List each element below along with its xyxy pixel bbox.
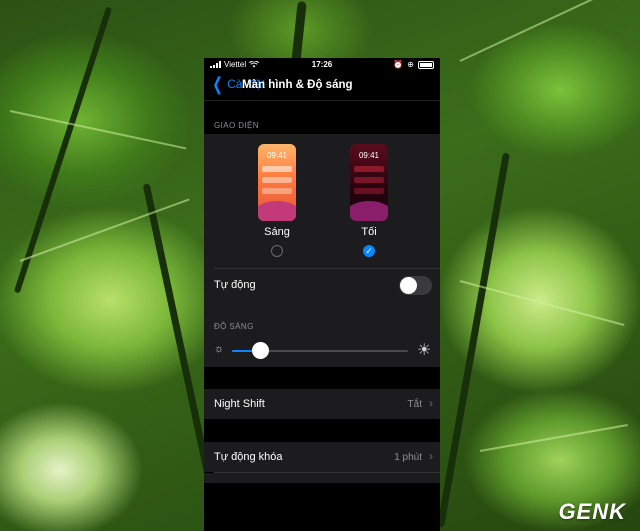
brightness-slider-row: ☼ ☀ — [204, 335, 440, 367]
sun-small-icon: ☼ — [214, 343, 225, 355]
phone-screen: Viettel 17:26 ⏰ ⊕ ❮ Cài đặt Màn hình & Đ… — [204, 58, 440, 531]
preview-widget — [354, 188, 384, 194]
divider — [214, 268, 440, 269]
brightness-slider[interactable] — [232, 342, 408, 359]
navbar-divider — [204, 100, 440, 101]
preview-wallpaper-wave — [350, 201, 388, 221]
auto-lock-row[interactable]: Tự động khóa 1 phút › — [204, 442, 440, 472]
brightness-section-header: ĐỘ SÁNG — [214, 322, 254, 331]
genk-logo: GENK — [558, 499, 626, 524]
alarm-icon: ⏰ — [393, 60, 404, 69]
checkmark-icon: ✓ — [365, 246, 373, 256]
next-row-partial — [204, 473, 440, 483]
preview-widget — [262, 166, 292, 172]
appearance-section-header: GIAO DIỆN — [214, 121, 259, 130]
leaf-vein — [459, 280, 625, 326]
leaf-vein — [459, 0, 615, 62]
chevron-left-icon: ❮ — [212, 74, 223, 94]
preview-clock: 09:41 — [266, 151, 288, 160]
leaf-vein — [479, 423, 628, 452]
sun-large-icon: ☀ — [417, 342, 432, 359]
page-title: Màn hình & Độ sáng — [242, 79, 353, 91]
light-mode-label: Sáng — [264, 226, 290, 238]
preview-widget — [262, 188, 292, 194]
night-shift-label: Night Shift — [214, 398, 265, 410]
preview-widget — [262, 177, 292, 183]
chevron-right-icon: › — [429, 449, 433, 463]
automatic-label: Tự động — [214, 279, 256, 291]
dark-mode-label: Tối — [361, 226, 377, 238]
auto-lock-value: 1 phút — [394, 452, 422, 463]
lock-rotation-icon: ⊕ — [407, 60, 414, 69]
status-right-icons: ⏰ ⊕ — [393, 60, 434, 69]
light-mode-preview[interactable]: 09:41 — [258, 144, 296, 221]
auto-lock-label: Tự động khóa — [214, 451, 283, 463]
navigation-bar: ❮ Cài đặt Màn hình & Độ sáng — [204, 72, 440, 100]
dark-mode-preview[interactable]: 09:41 — [350, 144, 388, 221]
light-mode-radio[interactable] — [271, 245, 283, 257]
preview-widget — [354, 166, 384, 172]
brightness-slider-thumb[interactable] — [252, 342, 270, 359]
battery-icon — [418, 60, 434, 69]
night-shift-value: Tắt — [407, 399, 422, 410]
automatic-appearance-row: Tự động — [204, 270, 440, 300]
plant-stem — [13, 6, 113, 294]
preview-wallpaper-wave — [258, 201, 296, 221]
preview-widget — [354, 177, 384, 183]
automatic-toggle[interactable] — [399, 276, 432, 295]
appearance-section: 09:41 09:41 Sáng Tối ✓ — [204, 134, 440, 344]
preview-clock: 09:41 — [358, 151, 380, 160]
toggle-knob — [400, 277, 417, 294]
chevron-right-icon: › — [429, 396, 433, 410]
night-shift-row[interactable]: Night Shift Tắt › — [204, 389, 440, 419]
leaf-vein — [9, 110, 187, 150]
status-bar: Viettel 17:26 ⏰ ⊕ — [204, 58, 440, 72]
plant-stem — [437, 152, 510, 528]
dark-mode-radio[interactable]: ✓ — [363, 245, 375, 257]
